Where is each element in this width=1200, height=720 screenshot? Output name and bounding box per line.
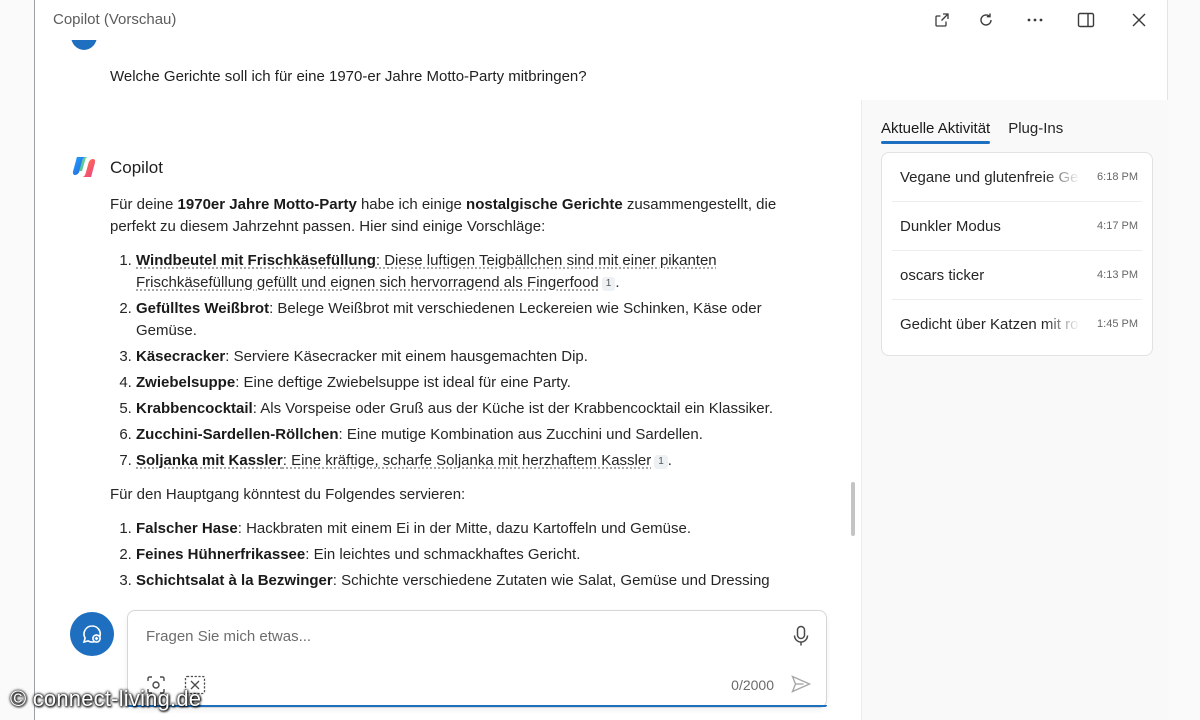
title-bar: Copilot (Vorschau) bbox=[35, 0, 1167, 40]
microphone-icon[interactable] bbox=[792, 625, 810, 652]
chat-area: Welche Gerichte soll ich für eine 1970-e… bbox=[35, 40, 861, 600]
user-avatar bbox=[71, 40, 97, 50]
list-item[interactable]: Windbeutel mit Frischkäsefüllung: Diese … bbox=[136, 250, 810, 294]
copilot-logo-icon bbox=[71, 154, 97, 180]
send-icon[interactable] bbox=[790, 673, 812, 700]
citation-badge[interactable]: 1 bbox=[601, 277, 616, 291]
character-counter: 0/2000 bbox=[731, 677, 774, 693]
main-course-list: Falscher Hase: Hackbraten mit einem Ei i… bbox=[110, 518, 810, 592]
activity-title: Dunkler Modus bbox=[900, 218, 1001, 235]
list-item: Käsecracker: Serviere Käsecracker mit ei… bbox=[136, 346, 810, 368]
list-item: Falscher Hase: Hackbraten mit einem Ei i… bbox=[136, 518, 810, 540]
open-external-icon[interactable] bbox=[929, 8, 955, 32]
starter-list: Windbeutel mit Frischkäsefüllung: Diese … bbox=[110, 250, 810, 472]
chat-input-box: 0/2000 bbox=[127, 610, 827, 708]
activity-item[interactable]: Vegane und glutenfreie Ge 6:18 PM bbox=[892, 153, 1142, 202]
activity-title: Gedicht über Katzen mit ro bbox=[900, 316, 1079, 333]
background-right bbox=[1166, 0, 1200, 720]
copilot-name: Copilot bbox=[110, 158, 163, 177]
activity-item[interactable]: Dunkler Modus 4:17 PM bbox=[892, 202, 1142, 251]
watermark: © connect-living.de bbox=[10, 686, 202, 711]
copilot-window: Copilot (Vorschau) Welche Gerichte soll … bbox=[34, 0, 1168, 720]
answer-intro: Für deine 1970er Jahre Motto-Party habe … bbox=[110, 196, 777, 235]
close-icon[interactable] bbox=[1126, 8, 1152, 32]
recent-activity-list: Vegane und glutenfreie Ge 6:18 PM Dunkle… bbox=[881, 152, 1153, 356]
window-title: Copilot (Vorschau) bbox=[53, 11, 177, 28]
list-item: Zwiebelsuppe: Eine deftige Zwiebelsuppe … bbox=[136, 372, 810, 394]
list-item[interactable]: Soljanka mit Kassler: Eine kräftige, sch… bbox=[136, 450, 810, 472]
new-topic-icon bbox=[82, 625, 101, 644]
refresh-icon[interactable] bbox=[973, 8, 999, 32]
activity-time: 4:13 PM bbox=[1097, 269, 1138, 281]
activity-time: 4:17 PM bbox=[1097, 220, 1138, 232]
activity-title: Vegane und glutenfreie Ge bbox=[900, 169, 1079, 186]
list-item: Schichtsalat à la Bezwinger: Schichte ve… bbox=[136, 570, 810, 592]
tab-recent-activity[interactable]: Aktuelle Aktivität bbox=[881, 120, 991, 144]
chat-input[interactable] bbox=[144, 627, 768, 646]
list-item: Gefülltes Weißbrot: Belege Weißbrot mit … bbox=[136, 298, 810, 342]
main-course-intro: Für den Hauptgang könntest du Folgendes … bbox=[110, 486, 466, 503]
list-item: Zucchini-Sardellen-Röllchen: Eine mutige… bbox=[136, 424, 810, 446]
more-icon[interactable] bbox=[1022, 8, 1048, 32]
activity-item[interactable]: Gedicht über Katzen mit ro 1:45 PM bbox=[892, 300, 1142, 348]
activity-time: 6:18 PM bbox=[1097, 171, 1138, 183]
list-item: Feines Hühnerfrikassee: Ein leichtes und… bbox=[136, 544, 810, 566]
input-focus-line bbox=[127, 705, 827, 707]
side-tabs: Aktuelle Aktivität Plug-Ins bbox=[881, 120, 1063, 144]
new-topic-button[interactable] bbox=[70, 612, 114, 656]
user-message: Welche Gerichte soll ich für eine 1970-e… bbox=[110, 68, 587, 85]
sidebar-toggle-icon[interactable] bbox=[1073, 8, 1099, 32]
activity-time: 1:45 PM bbox=[1097, 318, 1138, 330]
activity-title: oscars ticker bbox=[900, 267, 985, 284]
background-left bbox=[0, 0, 34, 720]
chat-scrollbar[interactable] bbox=[851, 482, 855, 536]
citation-badge[interactable]: 1 bbox=[654, 455, 668, 469]
activity-item[interactable]: oscars ticker 4:13 PM bbox=[892, 251, 1142, 300]
copilot-answer: Für deine 1970er Jahre Motto-Party habe … bbox=[110, 194, 810, 600]
side-panel: Aktuelle Aktivität Plug-Ins Vegane und g… bbox=[861, 100, 1168, 720]
list-item: Krabbencocktail: Als Vorspeise oder Gruß… bbox=[136, 398, 810, 420]
tab-plugins[interactable]: Plug-Ins bbox=[1008, 120, 1063, 143]
